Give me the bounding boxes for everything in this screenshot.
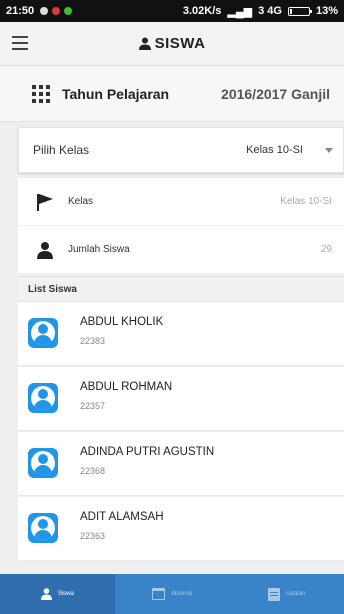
battery-percent: 13% — [315, 5, 338, 17]
tab-absensi-label: Absensi — [170, 591, 193, 597]
list-item[interactable]: ABDUL ROHMAN 22357 — [18, 367, 344, 431]
info-kelas-value: Kelas 10-SI — [280, 196, 332, 207]
signal-icon: ▂▄▆ — [227, 5, 253, 18]
student-name: ABDUL KHOLIK — [80, 316, 164, 328]
student-name: ADIT ALAMSAH — [80, 511, 164, 523]
list-item[interactable]: ABDUL KHOLIK 22383 — [18, 302, 344, 366]
class-select-value: Kelas 10-SI — [246, 144, 303, 156]
info-jumlah-value: 29 — [320, 244, 332, 255]
calendar-icon — [151, 588, 165, 600]
class-select[interactable]: Pilih Kelas Kelas 10-SI — [18, 127, 344, 173]
note-icon — [267, 587, 280, 601]
list-item[interactable]: ADIT ALAMSAH 22363 — [18, 497, 344, 561]
info-jumlah-row: Jumlah Siswa 29 — [18, 225, 344, 273]
status-time: 21:50 — [6, 5, 35, 17]
avatar-icon — [28, 383, 58, 413]
academic-year-value: 2016/2017 Ganjil — [221, 85, 330, 102]
status-indicators: 3.02K/s ▂▄▆ 3 4G 13% — [183, 5, 338, 18]
student-name: ABDUL ROHMAN — [80, 381, 173, 393]
chevron-down-icon — [325, 147, 333, 153]
battery-fill — [289, 8, 293, 14]
menu-icon[interactable] — [12, 36, 28, 50]
person-icon — [37, 241, 53, 259]
notification-icon — [64, 7, 73, 15]
avatar-icon — [28, 448, 58, 478]
person-icon — [40, 588, 52, 600]
page-title: SISWA — [138, 35, 206, 52]
student-nis: 22368 — [80, 466, 106, 476]
student-name: ADINDA PUTRI AGUSTIN — [80, 446, 215, 458]
student-nis: 22383 — [80, 336, 106, 346]
tab-absensi[interactable]: Absensi — [115, 574, 230, 614]
info-kelas-label: Kelas — [68, 196, 94, 207]
list-item[interactable]: ADINDA PUTRI AGUSTIN 22368 — [18, 432, 344, 496]
info-kelas-row: Kelas Kelas 10-SI — [18, 177, 344, 225]
info-jumlah-label: Jumlah Siswa — [68, 244, 130, 255]
avatar-icon — [28, 318, 58, 348]
network-type: 3 4G — [258, 5, 282, 17]
class-select-label: Pilih Kelas — [33, 143, 90, 157]
avatar-icon — [28, 513, 58, 543]
battery-icon — [287, 6, 312, 16]
notification-icon — [40, 7, 49, 15]
student-nis: 22357 — [80, 401, 106, 411]
bottom-nav: Siswa Absensi catatan — [0, 574, 344, 614]
person-icon — [138, 37, 151, 50]
academic-year-row: Tahun Pelajaran 2016/2017 Ganjil — [0, 66, 344, 122]
apps-grid-icon — [32, 84, 50, 103]
network-speed: 3.02K/s — [182, 5, 222, 17]
list-header: List Siswa — [18, 276, 344, 302]
academic-year-label: Tahun Pelajaran — [62, 85, 170, 102]
tab-catatan[interactable]: catatan — [229, 574, 344, 614]
notification-icon — [52, 7, 61, 15]
status-bar: 21:50 3.02K/s ▂▄▆ 3 4G 13% — [0, 0, 344, 22]
tab-catatan-label: catatan — [285, 591, 306, 597]
student-nis: 22363 — [80, 531, 106, 541]
flag-icon — [37, 193, 53, 211]
app-bar: SISWA — [0, 22, 344, 66]
tab-siswa[interactable]: Siswa — [0, 574, 115, 614]
page-title-text: SISWA — [154, 35, 206, 52]
tab-siswa-label: Siswa — [57, 591, 74, 597]
